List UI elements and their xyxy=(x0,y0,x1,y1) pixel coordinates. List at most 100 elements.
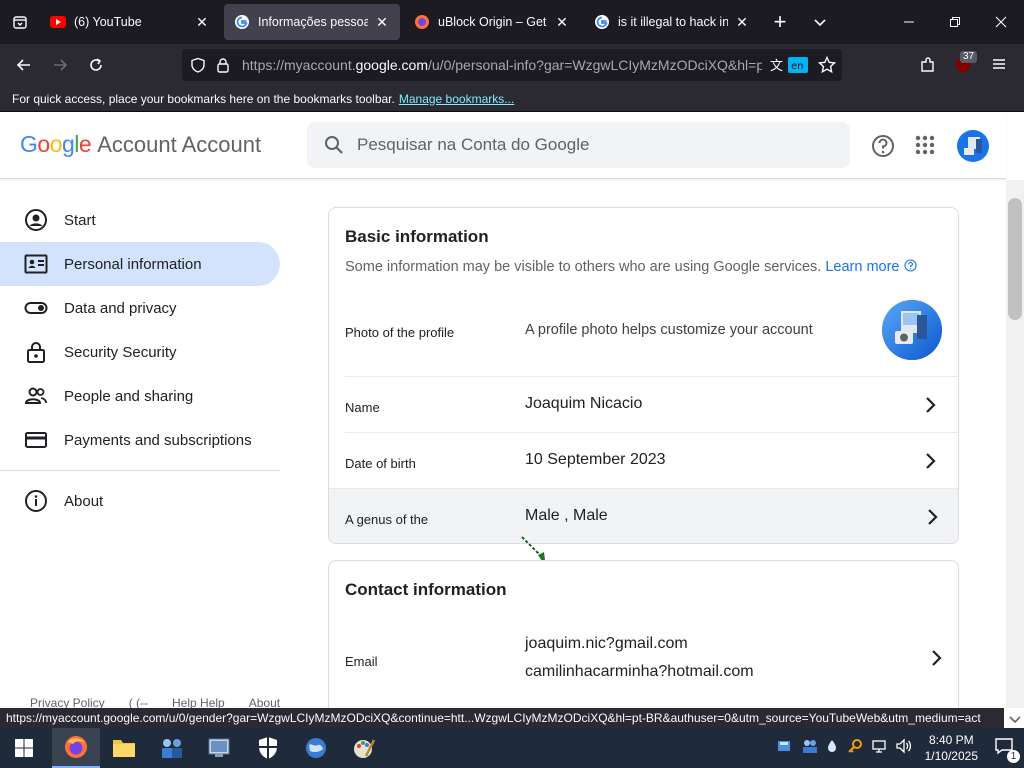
row-label: A genus of the xyxy=(345,512,429,527)
close-window-button[interactable] xyxy=(978,0,1024,44)
tab-personal-info[interactable]: Informações pessoais ✕ xyxy=(224,4,400,40)
tab-youtube[interactable]: (6) YouTube ✕ xyxy=(40,4,220,40)
hamburger-menu-icon[interactable] xyxy=(991,56,1007,77)
sidebar-item-label: About xyxy=(64,492,104,510)
shield-icon[interactable] xyxy=(190,57,206,78)
start-button[interactable] xyxy=(0,728,48,768)
row-value: A profile photo helps customize your acc… xyxy=(525,322,813,338)
extensions-icon[interactable] xyxy=(919,56,937,79)
tab-list-icon xyxy=(13,16,27,29)
plus-icon: + xyxy=(773,9,787,34)
close-tab-icon[interactable]: ✕ xyxy=(194,14,210,30)
reload-button[interactable] xyxy=(78,49,114,81)
back-button[interactable] xyxy=(6,49,42,81)
card-title: Basic information xyxy=(345,227,489,246)
taskbar-file-explorer[interactable] xyxy=(100,728,148,768)
minimize-button[interactable] xyxy=(886,0,932,44)
list-all-tabs-button[interactable] xyxy=(0,0,40,44)
sidebar-item-payments[interactable]: Payments and subscriptions xyxy=(0,418,280,462)
tray-network-icon[interactable] xyxy=(871,738,887,759)
email-value-secondary: camilinhacarminha?hotmail.com xyxy=(525,663,754,680)
sidebar-item-people-sharing[interactable]: People and sharing xyxy=(0,374,280,418)
learn-more-link[interactable]: Learn more xyxy=(825,259,917,275)
taskbar-app-paint[interactable] xyxy=(340,728,388,768)
tray-network-people-icon[interactable] xyxy=(801,738,819,759)
forward-button[interactable] xyxy=(42,49,78,81)
tab-ublock[interactable]: uBlock Origin – Get this ✕ xyxy=(404,4,580,40)
bookmark-star-icon[interactable] xyxy=(817,55,837,79)
sidebar-item-data-privacy[interactable]: Data and privacy xyxy=(0,286,280,330)
tray-key-icon[interactable] xyxy=(847,738,863,759)
apps-grid-icon[interactable] xyxy=(915,135,935,160)
close-tab-icon[interactable]: ✕ xyxy=(734,14,750,30)
url-text[interactable]: https://myaccount.google.com/u/0/persona… xyxy=(242,57,762,73)
tab-title: is it illegal to hack into xyxy=(618,15,728,29)
credit-card-icon xyxy=(24,428,48,452)
page-scrollbar[interactable] xyxy=(1006,180,1024,708)
tab-title: Informações pessoais xyxy=(258,15,368,29)
taskbar-app-globe[interactable] xyxy=(292,728,340,768)
translate-icon[interactable]: 文 en xyxy=(770,55,810,80)
url-bar[interactable]: https://myaccount.google.com/u/0/persona… xyxy=(182,49,842,81)
restore-button[interactable] xyxy=(932,0,978,44)
clock-time: 8:40 PM xyxy=(928,733,974,747)
taskbar-app-control-panel[interactable] xyxy=(196,728,244,768)
google-account-logo[interactable]: Google Account Account xyxy=(20,131,261,158)
id-card-icon xyxy=(24,252,48,276)
card-title: Contact information xyxy=(345,580,507,599)
extension-badge: 37 xyxy=(960,51,978,63)
tray-drop-icon[interactable] xyxy=(827,739,837,758)
close-icon xyxy=(995,16,1007,28)
youtube-icon xyxy=(50,14,66,30)
info-icon xyxy=(24,489,48,513)
manage-bookmarks-link[interactable]: Manage bookmarks... xyxy=(399,92,514,106)
taskbar-app-security[interactable] xyxy=(244,728,292,768)
lock-icon[interactable] xyxy=(216,57,230,78)
google-wordmark: Google xyxy=(20,131,92,157)
photo-row[interactable]: Photo of the profile A profile photo hel… xyxy=(345,296,958,376)
gender-row[interactable]: A genus of the Male , Male xyxy=(329,488,958,543)
google-icon xyxy=(594,14,610,30)
url-prefix: https://myaccount. xyxy=(242,57,356,73)
sidebar-item-personal-info[interactable]: Personal information xyxy=(0,242,280,286)
tab-overflow-button[interactable] xyxy=(800,0,840,44)
close-tab-icon[interactable]: ✕ xyxy=(554,14,570,30)
card-subtitle: Some information may be visible to other… xyxy=(345,259,917,275)
help-icon[interactable] xyxy=(870,133,896,164)
close-tab-icon[interactable]: ✕ xyxy=(374,14,390,30)
tray-disk-icon[interactable] xyxy=(777,739,791,758)
row-label: Name xyxy=(345,400,380,415)
birthday-row[interactable]: Date of birth 10 September 2023 xyxy=(345,432,958,488)
tray-volume-icon[interactable] xyxy=(895,737,913,759)
url-host: google.com xyxy=(355,57,428,73)
tab-title: uBlock Origin – Get this xyxy=(438,15,548,29)
avatar[interactable] xyxy=(956,129,990,168)
taskbar-firefox[interactable] xyxy=(52,728,100,768)
name-row[interactable]: Name Joaquim Nicacio xyxy=(345,376,958,432)
new-tab-button[interactable]: + xyxy=(760,0,800,44)
account-search-box[interactable] xyxy=(307,122,850,168)
taskbar-clock[interactable]: 8:40 PM 1/10/2025 xyxy=(925,732,978,764)
clock-date: 1/10/2025 xyxy=(924,749,978,763)
taskbar-app-people[interactable] xyxy=(148,728,196,768)
scrollbar-thumb[interactable] xyxy=(1008,198,1022,320)
row-value: 10 September 2023 xyxy=(525,451,666,468)
svg-text:文: 文 xyxy=(770,59,783,74)
notifications-button[interactable]: 1 xyxy=(994,737,1020,763)
sidebar-divider xyxy=(0,470,280,471)
tab-bar: (6) YouTube ✕ Informações pessoais ✕ uBl… xyxy=(0,0,1024,44)
sidebar-item-start[interactable]: Start xyxy=(0,198,280,242)
sidebar-item-about[interactable]: About xyxy=(0,479,280,523)
account-header: Google Account Account xyxy=(0,113,1006,179)
email-row[interactable]: Email joaquim.nic?gmail.com camilinhacar… xyxy=(345,621,958,709)
row-label: Date of birth xyxy=(345,456,416,471)
sidebar-item-security[interactable]: Security Security xyxy=(0,330,280,374)
profile-photo[interactable] xyxy=(881,299,943,366)
logo-account-text: Account Account xyxy=(97,132,262,157)
tab-search[interactable]: is it illegal to hack into ✕ xyxy=(584,4,760,40)
search-icon[interactable] xyxy=(323,134,345,156)
search-input[interactable] xyxy=(357,135,797,155)
arrow-right-icon xyxy=(54,59,68,71)
control-panel-icon xyxy=(208,738,230,757)
chevron-down-icon xyxy=(814,19,826,27)
